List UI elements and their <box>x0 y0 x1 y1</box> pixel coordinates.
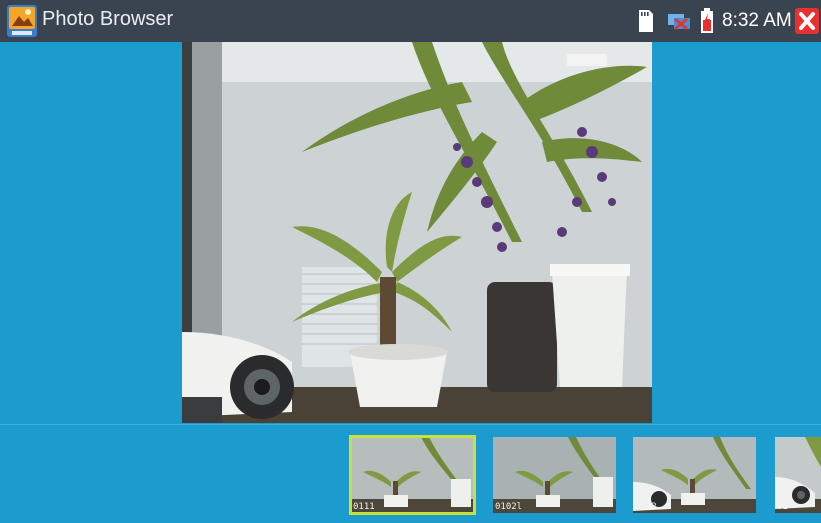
sd-card-icon <box>636 9 654 33</box>
status-bar: Photo Browser 8:32 AM <box>0 0 821 42</box>
thumbnail-item[interactable]: 0111 <box>349 435 476 515</box>
network-disconnected-icon <box>666 12 692 32</box>
battery-charging-icon <box>700 8 714 34</box>
app-title: Photo Browser <box>42 8 174 30</box>
photo-viewer[interactable] <box>182 42 652 423</box>
thumbnail-label: 0102 <box>635 502 657 512</box>
thumbnail-label: 01 <box>777 502 788 512</box>
thumbnail-item[interactable]: 0102 <box>633 437 756 513</box>
clock: 8:32 AM <box>722 10 792 31</box>
thumbnail-label: 0102l <box>495 502 523 512</box>
thumbnail-label: 0111 <box>353 502 375 512</box>
close-icon[interactable] <box>795 8 819 34</box>
thumbnail-item[interactable]: 01 <box>775 437 821 513</box>
photo-app-icon[interactable] <box>6 4 38 38</box>
thumbnail-item[interactable]: 0102l <box>493 437 616 513</box>
